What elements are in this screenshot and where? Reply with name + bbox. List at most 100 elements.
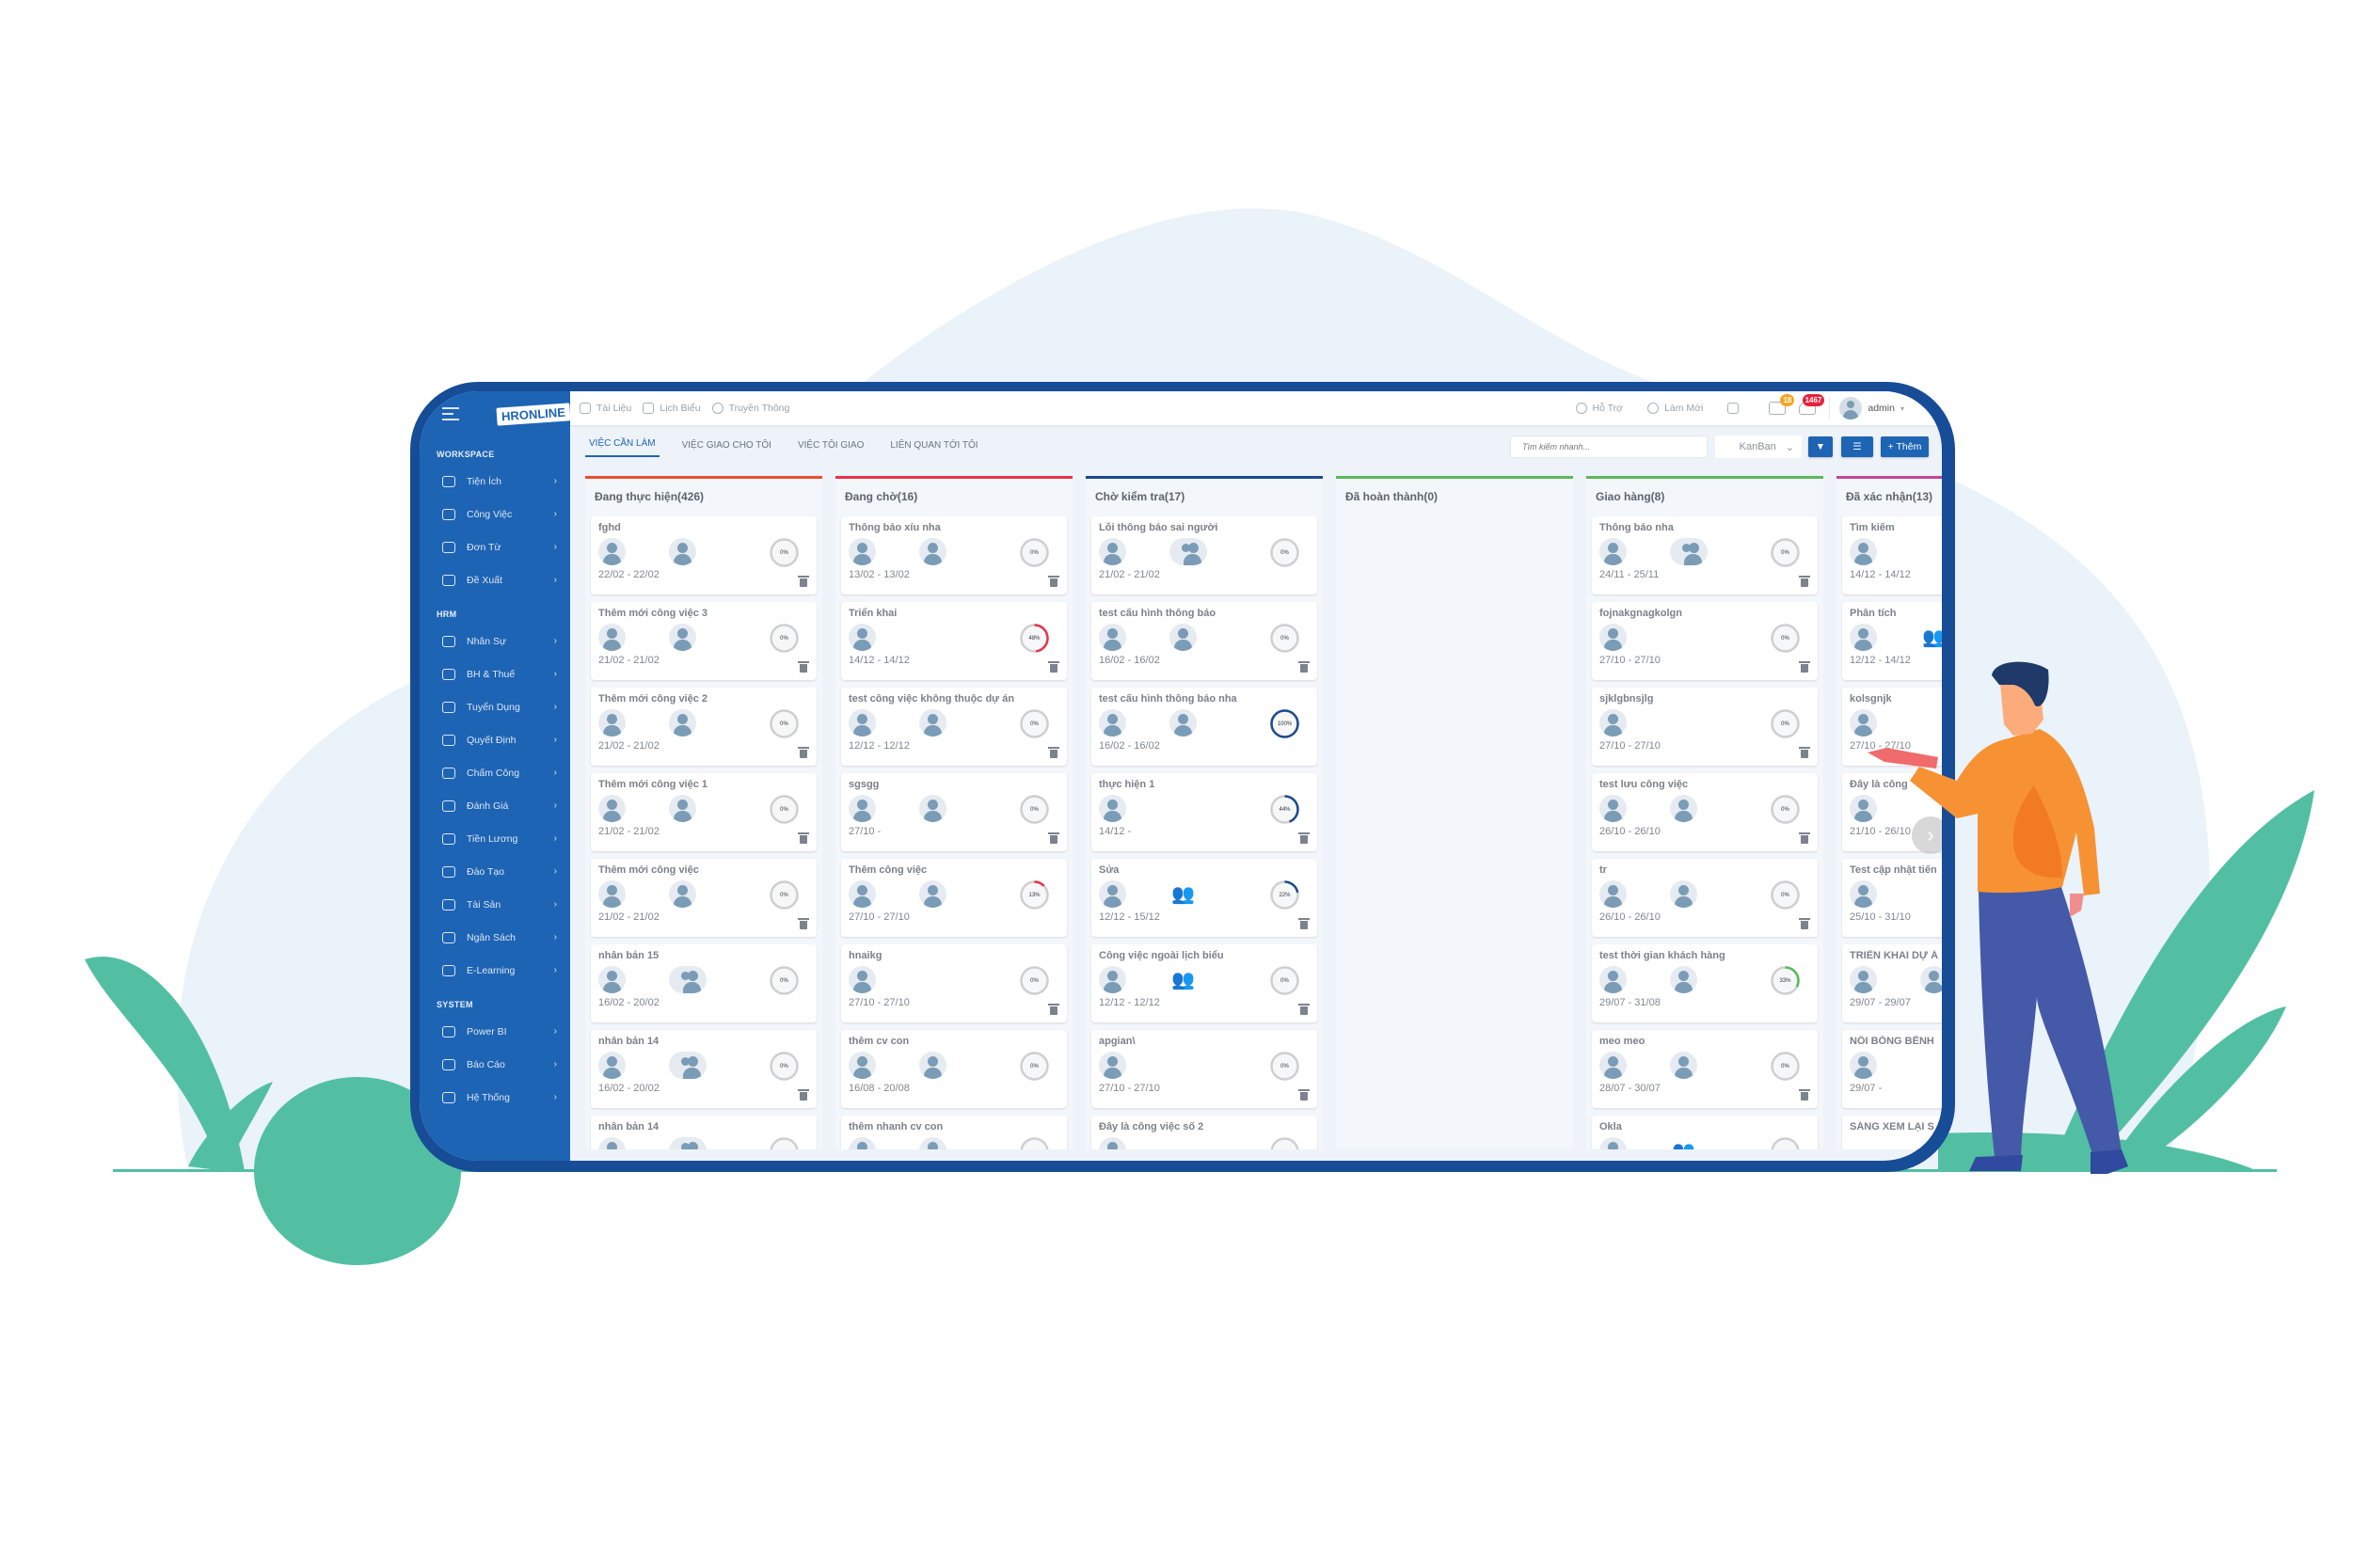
trash-icon[interactable] — [1048, 1004, 1059, 1015]
sidebar-item[interactable]: Đánh Giá › — [420, 789, 570, 822]
sidebar-item[interactable]: Đề Xuất › — [420, 563, 570, 596]
top-link[interactable]: Lịch Biểu — [643, 403, 701, 414]
notification-button[interactable]: 1467 — [1799, 394, 1825, 415]
team-icon[interactable]: 👥 — [1670, 1137, 1697, 1149]
team-icon[interactable]: 👥 — [1169, 966, 1197, 993]
task-card[interactable]: TRIỂN KHAI DỰ Á 29/07 - 29/07 — [1842, 944, 1942, 1022]
assignee-avatar[interactable] — [1599, 538, 1627, 565]
trash-icon[interactable] — [1799, 576, 1810, 587]
trash-icon[interactable] — [798, 832, 809, 844]
assignee-avatar[interactable] — [598, 795, 626, 822]
assignee-avatar[interactable] — [669, 1052, 707, 1079]
assignee-avatar[interactable] — [598, 1052, 626, 1079]
task-card[interactable]: Sửa 👥 12/12 - 15/12 22% — [1091, 859, 1317, 937]
assignee-avatar[interactable] — [919, 880, 946, 908]
task-card[interactable]: apgian\ 27/10 - 27/10 0% — [1091, 1030, 1317, 1108]
trash-icon[interactable] — [1048, 747, 1059, 758]
assignee-avatar[interactable] — [1169, 709, 1197, 736]
assignee-avatar[interactable] — [849, 1137, 876, 1149]
sidebar-item[interactable]: Công Việc › — [420, 498, 570, 531]
assignee-avatar[interactable] — [598, 880, 626, 908]
trash-icon[interactable] — [1799, 661, 1810, 673]
assignee-avatar[interactable] — [1599, 880, 1627, 908]
assignee-avatar[interactable] — [1169, 538, 1207, 565]
team-icon[interactable]: 👥 — [1169, 880, 1197, 908]
assignee-avatar[interactable] — [1850, 966, 1877, 993]
task-card[interactable]: Okla 👥 0% — [1592, 1116, 1818, 1149]
tab[interactable]: VIỆC GIAO CHO TÔI — [678, 440, 775, 457]
assignee-avatar[interactable] — [598, 709, 626, 736]
assignee-avatar[interactable] — [1099, 966, 1126, 993]
task-card[interactable]: tr 26/10 - 26/10 0% — [1592, 859, 1818, 937]
task-card[interactable]: Công việc ngoài lịch biểu 👥 12/12 - 12/12 0… — [1091, 944, 1317, 1022]
assignee-avatar[interactable] — [1169, 624, 1197, 651]
sidebar-item[interactable]: Tài Sản › — [420, 888, 570, 921]
assignee-avatar[interactable] — [1099, 624, 1126, 651]
trash-icon[interactable] — [798, 576, 809, 587]
task-card[interactable]: thêm nhanh cv con 0% — [841, 1116, 1067, 1149]
tab[interactable]: VIỆC TÔI GIAO — [794, 440, 867, 457]
trash-icon[interactable] — [1298, 918, 1310, 929]
assignee-avatar[interactable] — [1920, 966, 1942, 993]
top-link[interactable]: Tài Liệu — [580, 403, 631, 414]
trash-icon[interactable] — [1048, 661, 1059, 673]
assignee-avatar[interactable] — [1670, 795, 1697, 822]
trash-icon[interactable] — [798, 918, 809, 929]
sidebar-item[interactable]: Tiền Lương › — [420, 822, 570, 855]
trash-icon[interactable] — [798, 661, 809, 673]
assignee-avatar[interactable] — [1850, 538, 1877, 565]
task-card[interactable]: Thêm công việc 27/10 - 27/10 13% — [841, 859, 1067, 937]
assignee-avatar[interactable] — [1599, 709, 1627, 736]
task-card[interactable]: Tìm kiếm 14/12 - 14/12 — [1842, 516, 1942, 594]
assignee-avatar[interactable] — [1599, 624, 1627, 651]
task-card[interactable]: sgsgg 27/10 - 0% — [841, 773, 1067, 851]
assignee-avatar[interactable] — [1099, 1052, 1126, 1079]
trash-icon[interactable] — [1298, 661, 1310, 673]
task-card[interactable]: test lưu công việc 26/10 - 26/10 0% — [1592, 773, 1818, 851]
assignee-avatar[interactable] — [598, 1137, 626, 1149]
assignee-avatar[interactable] — [1099, 709, 1126, 736]
user-menu[interactable]: admin ▾ — [1829, 397, 1904, 420]
sidebar-item[interactable]: Tiện Ích › — [420, 465, 570, 498]
assignee-avatar[interactable] — [919, 538, 946, 565]
task-card[interactable]: Phân tích 👥 12/12 - 14/12 — [1842, 602, 1942, 680]
assignee-avatar[interactable] — [1599, 1052, 1627, 1079]
filter-button[interactable]: ▼ — [1808, 436, 1833, 457]
assignee-avatar[interactable] — [598, 538, 626, 565]
assignee-avatar[interactable] — [1850, 709, 1877, 736]
task-card[interactable]: nhân bản 14 16/02 - 20/02 0% — [591, 1030, 817, 1108]
trash-icon[interactable] — [1298, 832, 1310, 844]
task-card[interactable]: Test cập nhật tiến 25/10 - 31/10 — [1842, 859, 1942, 937]
add-button[interactable]: + Thêm — [1881, 436, 1929, 457]
assignee-avatar[interactable] — [669, 709, 696, 736]
trash-icon[interactable] — [798, 1089, 809, 1101]
trash-icon[interactable] — [1799, 918, 1810, 929]
assignee-avatar[interactable] — [1599, 795, 1627, 822]
assignee-avatar[interactable] — [849, 709, 876, 736]
fullscreen-button[interactable] — [1727, 403, 1744, 414]
team-icon[interactable]: 👥 — [1920, 624, 1942, 651]
assignee-avatar[interactable] — [1599, 1137, 1627, 1149]
task-card[interactable]: test cấu hình thông báo 16/02 - 16/02 0% — [1091, 602, 1317, 680]
logo[interactable]: HRONLINE — [496, 402, 571, 426]
task-card[interactable]: nhân bản 15 16/02 - 20/02 0% — [591, 944, 817, 1022]
task-card[interactable]: test cấu hình thông báo nha 16/02 - 16/02… — [1091, 688, 1317, 766]
task-card[interactable]: thêm cv con 16/08 - 20/08 0% — [841, 1030, 1067, 1108]
assignee-avatar[interactable] — [669, 880, 696, 908]
assignee-avatar[interactable] — [1670, 1052, 1697, 1079]
assignee-avatar[interactable] — [1850, 1052, 1877, 1079]
search-input[interactable] — [1510, 436, 1708, 458]
assignee-avatar[interactable] — [669, 966, 707, 993]
sidebar-item[interactable]: Đơn Từ › — [420, 531, 570, 563]
assignee-avatar[interactable] — [1850, 624, 1877, 651]
sidebar-item[interactable]: E-Learning › — [420, 954, 570, 987]
trash-icon[interactable] — [1298, 1004, 1310, 1015]
task-card[interactable]: NỐI BỒNG BỀNH 29/07 - — [1842, 1030, 1942, 1108]
menu-icon[interactable] — [442, 404, 459, 424]
assignee-avatar[interactable] — [1670, 966, 1697, 993]
scroll-right-button[interactable]: › — [1912, 816, 1942, 854]
tab[interactable]: VIỆC CẦN LÀM — [585, 438, 660, 457]
task-card[interactable]: sjklgbnsjlg 27/10 - 27/10 0% — [1592, 688, 1818, 766]
settings-button[interactable]: ☰ — [1841, 436, 1873, 457]
task-card[interactable]: Thông báo nha 24/11 - 25/11 0% — [1592, 516, 1818, 594]
